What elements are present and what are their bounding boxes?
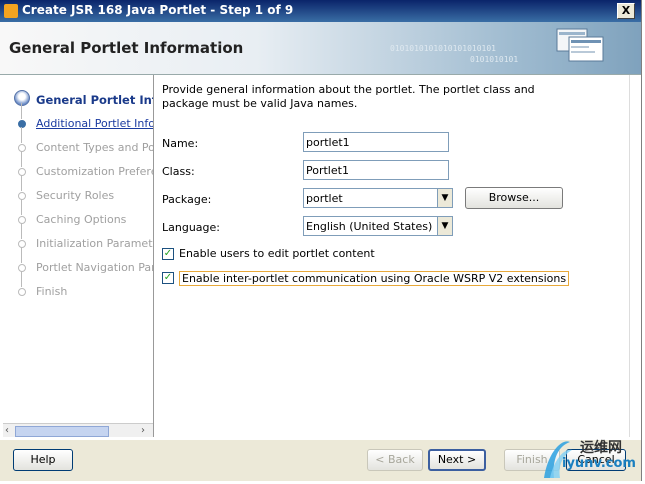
step-dot-icon: [18, 288, 26, 296]
browse-button[interactable]: Browse...: [465, 187, 563, 209]
step-additional-portlet-information[interactable]: Additional Portlet Information: [3, 113, 153, 143]
step-label: Content Types and Portlet Modes: [36, 141, 153, 154]
name-field[interactable]: portlet1: [303, 132, 449, 152]
steps-list: General Portlet Information Additional P…: [3, 89, 153, 305]
edit-content-checkbox[interactable]: ✓: [162, 248, 174, 260]
step-label: Customization Preferences: [36, 165, 153, 178]
next-button[interactable]: Next >: [428, 449, 486, 471]
panel-edge: [629, 75, 630, 437]
step-label: Finish: [36, 285, 68, 298]
watermark-cn-text: 运维网: [580, 440, 622, 456]
ipc-checkbox-label: Enable inter-portlet communication using…: [179, 271, 570, 286]
step-customization-preferences: Customization Preferences: [3, 161, 153, 191]
form-panel: Provide general information about the po…: [154, 75, 634, 437]
step-label: Additional Portlet Information: [36, 117, 153, 130]
intro-text: Provide general information about the po…: [162, 83, 535, 110]
step-label: Portlet Navigation Parameters: [36, 261, 153, 274]
step-initialization-parameters: Initialization Parameters: [3, 233, 153, 263]
step-portlet-navigation-parameters: Portlet Navigation Parameters: [3, 257, 153, 287]
close-button[interactable]: X: [617, 3, 635, 19]
chevron-down-icon[interactable]: ▼: [437, 189, 452, 207]
title-bar: Create JSR 168 Java Portlet - Step 1 of …: [0, 0, 641, 22]
step-label: Initialization Parameters: [36, 237, 153, 250]
wizard-window: Create JSR 168 Java Portlet - Step 1 of …: [0, 0, 642, 481]
watermark-domain-text: iyunv.com: [562, 456, 636, 471]
wizard-header: General Portlet Information 010101010101…: [0, 22, 641, 75]
java-app-icon: [4, 4, 18, 18]
step-dot-icon: [18, 144, 26, 152]
step-dot-icon: [18, 168, 26, 176]
step-finish: Finish: [3, 281, 153, 305]
class-label: Class:: [162, 165, 195, 178]
chevron-down-icon[interactable]: ▼: [437, 217, 452, 235]
header-binary-decoration-2: 0101010101: [470, 55, 519, 64]
ipc-checkbox[interactable]: ✓: [162, 272, 174, 284]
package-combo[interactable]: portlet ▼: [303, 188, 453, 208]
back-button[interactable]: < Back: [367, 449, 423, 471]
wizard-graphic-icon: [556, 28, 604, 62]
step-label: Security Roles: [36, 189, 115, 202]
wizard-steps-panel: General Portlet Information Additional P…: [3, 75, 154, 437]
package-value: portlet: [306, 192, 343, 205]
help-button[interactable]: Help: [13, 449, 73, 471]
site-watermark: 运维网 iyunv.com: [540, 434, 645, 481]
language-label: Language:: [162, 221, 220, 234]
package-label: Package:: [162, 193, 212, 206]
scroll-left-icon[interactable]: ‹: [5, 425, 15, 437]
step-dot-icon: [18, 216, 26, 224]
wizard-body: General Portlet Information Additional P…: [0, 75, 641, 440]
step-dot-icon: [18, 192, 26, 200]
edit-content-checkbox-label: Enable users to edit portlet content: [179, 247, 375, 260]
step-dot-icon: [18, 264, 26, 272]
page-title: General Portlet Information: [9, 39, 244, 57]
language-select[interactable]: English (United States) ▼: [303, 216, 453, 236]
class-field[interactable]: Portlet1: [303, 160, 449, 180]
current-step-icon: [14, 90, 30, 106]
steps-horizontal-scrollbar[interactable]: ‹ ›: [3, 423, 153, 437]
step-dot-icon: [18, 120, 26, 128]
scroll-right-icon[interactable]: ›: [141, 425, 151, 437]
step-dot-icon: [18, 240, 26, 248]
scrollbar-thumb[interactable]: [15, 426, 109, 437]
step-caching-options: Caching Options: [3, 209, 153, 239]
step-label: Caching Options: [36, 213, 127, 226]
step-label: General Portlet Information: [36, 93, 153, 107]
language-value: English (United States): [306, 220, 433, 233]
step-general-portlet-information[interactable]: General Portlet Information: [3, 89, 153, 119]
window-title: Create JSR 168 Java Portlet - Step 1 of …: [22, 3, 294, 17]
name-label: Name:: [162, 137, 199, 150]
step-content-types: Content Types and Portlet Modes: [3, 137, 153, 167]
header-binary-decoration: 0101010101010101010101: [390, 44, 496, 53]
step-security-roles: Security Roles: [3, 185, 153, 215]
